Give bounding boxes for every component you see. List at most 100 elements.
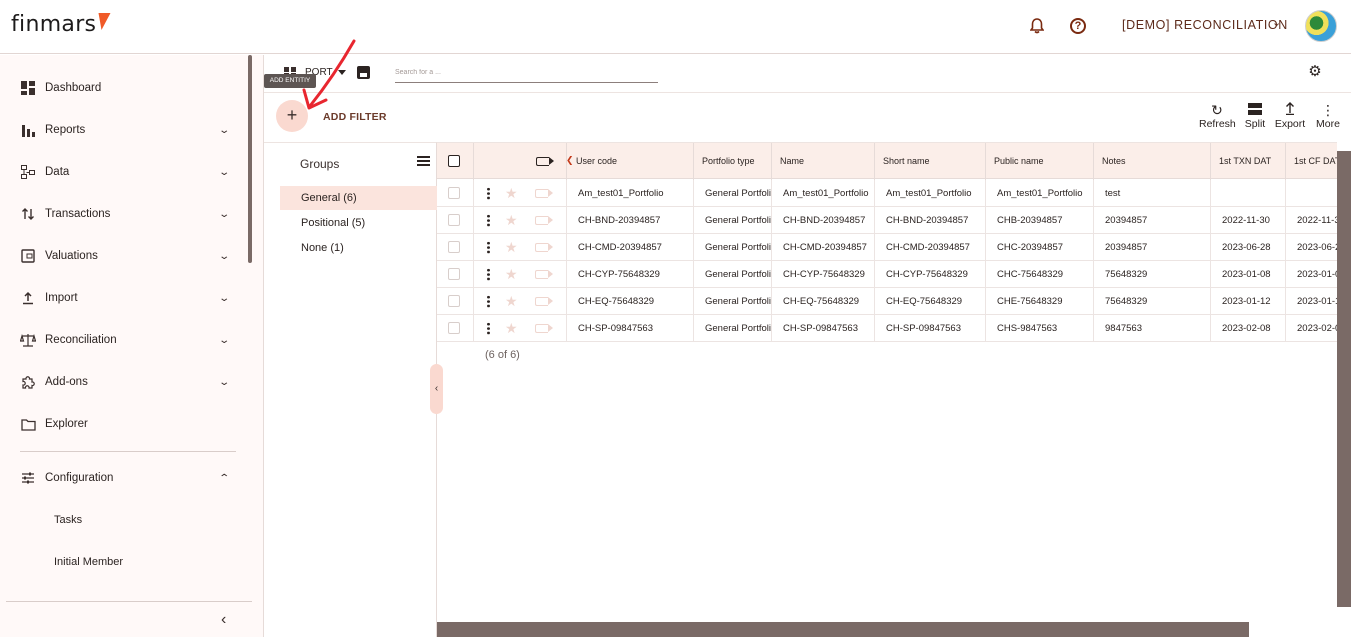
tag-icon[interactable] [535, 243, 553, 252]
sidebar-item-label: Data [45, 166, 70, 178]
chevron-down-icon: ⌄ [218, 124, 231, 136]
table-cell: CH-CYP-75648329 [874, 261, 985, 288]
tag-icon[interactable] [536, 157, 554, 166]
dashboard-icon [20, 80, 36, 96]
avatar[interactable] [1305, 10, 1337, 42]
table-cell: General Portfolio [693, 315, 771, 342]
table-cell: CH-EQ-75648329 [566, 288, 694, 315]
table-cell: 9847563 [1093, 315, 1210, 342]
table-cell: 75648329 [1093, 288, 1210, 315]
sidebar-item-label: Reconciliation [45, 334, 117, 346]
sidebar-item-label: Import [45, 292, 78, 304]
portfolio-table: ❮ User code Portfolio type Name Short na… [437, 142, 1337, 622]
column-header[interactable]: Name [771, 143, 875, 180]
tag-icon[interactable] [535, 189, 553, 198]
star-icon[interactable]: ★ [505, 212, 518, 228]
table-row[interactable]: ★ CH-BND-20394857 General Portfolio CH-BND-… [437, 207, 1337, 234]
table-cell: 2023-01-08 [1210, 261, 1285, 288]
star-icon[interactable]: ★ [505, 293, 518, 309]
export-button[interactable]: Export [1273, 102, 1307, 130]
table-row[interactable]: ★ CH-CMD-20394857 General Portfolio CH-CMD-… [437, 234, 1337, 261]
table-row[interactable]: ★ CH-EQ-75648329 General Portfolio CH-EQ-75… [437, 288, 1337, 315]
row-menu-icon[interactable] [487, 187, 490, 200]
refresh-icon: ↻ [1211, 102, 1223, 118]
group-item-general[interactable]: General (6) [280, 186, 437, 210]
column-header[interactable]: Notes [1093, 143, 1210, 180]
table-cell: Am_test01_Portfolio [771, 180, 875, 207]
column-header[interactable]: 1st CF DAT [1285, 143, 1337, 180]
table-cell: Am_test01_Portfolio [566, 180, 694, 207]
sidebar-item-explorer[interactable]: Explorer [0, 403, 248, 445]
split-button[interactable]: Split [1242, 102, 1268, 130]
sidebar-item-configuration[interactable]: Configuration ⌃ [0, 457, 248, 499]
table-row[interactable]: ★ CH-SP-09847563 General Portfolio CH-SP-09… [437, 315, 1337, 342]
star-icon[interactable]: ★ [505, 185, 518, 201]
refresh-button[interactable]: ↻ Refresh [1199, 102, 1236, 130]
table-cell: CH-BND-20394857 [566, 207, 694, 234]
table-row[interactable]: ★ CH-CYP-75648329 General Portfolio CH-CYP-… [437, 261, 1337, 288]
row-checkbox[interactable] [448, 322, 460, 334]
collapse-sidebar-icon[interactable]: ‹ [221, 611, 226, 629]
table-cell: 2023-02-08 [1210, 315, 1285, 342]
star-icon[interactable]: ★ [505, 239, 518, 255]
gear-icon[interactable]: ⚙ [1307, 64, 1323, 80]
realm-selector[interactable]: [DEMO] RECONCILIATION [1122, 18, 1288, 32]
data-icon [20, 164, 36, 180]
row-checkbox[interactable] [448, 268, 460, 280]
sidebar-item-transactions[interactable]: Transactions ⌄ [0, 193, 248, 235]
row-checkbox[interactable] [448, 241, 460, 253]
sidebar-subitem-initial-member[interactable]: Initial Member [54, 556, 123, 568]
tag-icon[interactable] [535, 297, 553, 306]
tag-icon[interactable] [535, 324, 553, 333]
star-icon[interactable]: ★ [505, 320, 518, 336]
sidebar-item-import[interactable]: Import ⌄ [0, 277, 248, 319]
group-item-positional[interactable]: Positional (5) [280, 211, 437, 235]
chevron-down-icon: ⌄ [218, 250, 231, 262]
sidebar-item-dashboard[interactable]: Dashboard [0, 67, 248, 109]
more-vertical-icon: ⋮ [1321, 102, 1335, 118]
sidebar-item-reports[interactable]: Reports ⌄ [0, 109, 248, 151]
search-input[interactable] [395, 63, 658, 83]
panel-collapse-handle[interactable]: ‹ [430, 364, 443, 414]
tag-icon[interactable] [535, 216, 553, 225]
chevron-down-icon[interactable]: ⌄ [1272, 16, 1281, 29]
more-button[interactable]: ⋮ More [1313, 102, 1343, 130]
table-cell: CH-SP-09847563 [874, 315, 985, 342]
sidebar-subitem-tasks[interactable]: Tasks [54, 514, 82, 526]
row-checkbox[interactable] [448, 214, 460, 226]
tag-icon[interactable] [535, 270, 553, 279]
sidebar-item-valuations[interactable]: Valuations ⌄ [0, 235, 248, 277]
select-all-checkbox[interactable] [448, 155, 460, 167]
sidebar-divider [6, 601, 252, 602]
sidebar-scrollbar[interactable] [248, 55, 252, 263]
table-horizontal-scrollbar[interactable] [437, 622, 1249, 637]
row-menu-icon[interactable] [487, 268, 490, 281]
column-header[interactable]: 1st TXN DAT [1210, 143, 1285, 180]
menu-icon[interactable] [417, 156, 430, 166]
finmars-logo[interactable]: finmars [11, 12, 96, 37]
table-row[interactable]: ★ Am_test01_Portfolio General Portfolio Am_… [437, 180, 1337, 207]
row-menu-icon[interactable] [487, 295, 490, 308]
row-menu-icon[interactable] [487, 322, 490, 335]
table-cell: 20394857 [1093, 207, 1210, 234]
chevron-down-icon: ⌄ [218, 334, 231, 346]
column-header[interactable]: Public name [985, 143, 1093, 180]
help-icon[interactable]: ? [1066, 14, 1090, 38]
column-header[interactable]: Portfolio type [693, 143, 771, 180]
row-menu-icon[interactable] [487, 214, 490, 227]
bell-icon[interactable] [1025, 14, 1049, 38]
row-menu-icon[interactable] [487, 241, 490, 254]
table-vertical-scrollbar[interactable] [1337, 151, 1351, 607]
column-header[interactable]: Short name [874, 143, 985, 180]
sidebar-item-data[interactable]: Data ⌄ [0, 151, 248, 193]
group-item-none[interactable]: None (1) [280, 236, 437, 260]
row-checkbox[interactable] [448, 187, 460, 199]
column-header[interactable]: User code [566, 143, 694, 180]
sidebar-item-reconciliation[interactable]: Reconciliation ⌄ [0, 319, 248, 361]
row-checkbox[interactable] [448, 295, 460, 307]
sidebar-item-addons[interactable]: Add-ons ⌄ [0, 361, 248, 403]
reconciliation-icon [20, 332, 36, 348]
sidebar-item-label: Reports [45, 124, 86, 136]
star-icon[interactable]: ★ [505, 266, 518, 282]
folder-icon [20, 416, 36, 432]
